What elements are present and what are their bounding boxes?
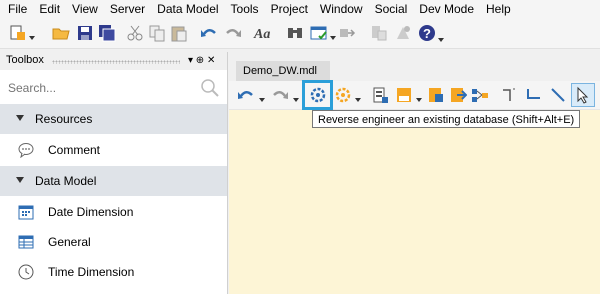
section-data-model[interactable]: Data Model: [0, 166, 227, 196]
find-icon[interactable]: [284, 22, 306, 44]
help-icon[interactable]: ?: [416, 22, 438, 44]
undo-icon[interactable]: [198, 22, 220, 44]
menu-edit[interactable]: Edit: [33, 0, 66, 18]
add-table-icon[interactable]: [425, 84, 447, 106]
layout-icon[interactable]: [368, 22, 390, 44]
chevron-down-icon[interactable]: [29, 30, 35, 40]
menu-project[interactable]: Project: [265, 0, 314, 18]
chevron-down-icon[interactable]: [293, 92, 299, 102]
main-toolbar: Aa ?: [0, 18, 600, 49]
redo-icon[interactable]: [222, 22, 244, 44]
redo-icon[interactable]: [269, 84, 291, 106]
menu-social[interactable]: Social: [369, 0, 414, 18]
calendar-icon: [18, 205, 34, 220]
tool-date-dimension[interactable]: Date Dimension: [0, 197, 227, 227]
svg-text:?: ?: [423, 26, 431, 41]
undo-icon[interactable]: [235, 84, 257, 106]
line-icon[interactable]: [523, 84, 545, 106]
open-folder-icon[interactable]: [50, 22, 72, 44]
toolbox-panel: Toolbox ▾ ⊕ ✕ Resources Comment Data Mod…: [0, 52, 228, 294]
tab-demo-dw[interactable]: Demo_DW.mdl: [236, 61, 330, 81]
comment-icon: [18, 143, 34, 158]
menu-bar: File Edit View Server Data Model Tools P…: [0, 0, 600, 18]
svg-text:Aa: Aa: [253, 27, 270, 42]
relationship-icon[interactable]: [469, 84, 491, 106]
menu-file[interactable]: File: [0, 0, 33, 18]
cut-icon[interactable]: [124, 22, 146, 44]
document-toolbar: [229, 81, 600, 110]
save-icon[interactable]: [74, 22, 96, 44]
clock-icon: [18, 264, 34, 280]
tool-label: Date Dimension: [48, 205, 134, 219]
toolbox-search: [0, 72, 227, 104]
table-icon: [18, 235, 34, 249]
collapse-triangle-icon[interactable]: [16, 177, 24, 183]
reverse-engineer-highlight: [302, 80, 333, 110]
tool-label: General: [48, 235, 91, 249]
export-icon[interactable]: [447, 84, 469, 106]
menu-tools[interactable]: Tools: [225, 0, 265, 18]
toolbox-header: Toolbox ▾ ⊕ ✕: [0, 52, 227, 70]
section-label: Data Model: [35, 174, 97, 188]
save-all-icon[interactable]: [96, 22, 118, 44]
drag-grip[interactable]: [52, 60, 180, 64]
tool-time-dimension[interactable]: Time Dimension: [0, 257, 227, 287]
menu-dev-mode[interactable]: Dev Mode: [413, 0, 480, 18]
search-input[interactable]: [8, 80, 188, 96]
tool-label: Comment: [48, 143, 101, 157]
search-icon[interactable]: [200, 78, 220, 98]
tool-general[interactable]: General: [0, 227, 227, 257]
panel-controls[interactable]: ▾ ⊕ ✕: [188, 55, 215, 66]
pointer-icon[interactable]: [571, 83, 595, 107]
menu-data-model[interactable]: Data Model: [151, 0, 224, 18]
new-icon[interactable]: [6, 22, 28, 44]
paste-icon[interactable]: [168, 22, 190, 44]
chevron-down-icon[interactable]: [438, 32, 444, 42]
chevron-down-icon[interactable]: [355, 92, 361, 102]
menu-view[interactable]: View: [66, 0, 104, 18]
menu-window[interactable]: Window: [314, 0, 369, 18]
deploy-icon[interactable]: [336, 22, 358, 44]
database-icon[interactable]: [393, 84, 415, 106]
menu-help[interactable]: Help: [480, 0, 517, 18]
plugin-icon[interactable]: [392, 22, 414, 44]
toolbox-title: Toolbox: [6, 54, 44, 66]
generate-icon[interactable]: [332, 84, 354, 106]
diagonal-line-icon[interactable]: [547, 84, 569, 106]
design-canvas[interactable]: [229, 110, 600, 294]
tool-label: Time Dimension: [48, 265, 135, 279]
chevron-down-icon[interactable]: [416, 92, 422, 102]
connector-icon[interactable]: [499, 84, 521, 106]
tooltip: Reverse engineer an existing database (S…: [312, 110, 581, 128]
tool-comment[interactable]: Comment: [0, 135, 227, 165]
section-resources[interactable]: Resources: [0, 104, 227, 134]
section-label: Resources: [35, 112, 93, 126]
collapse-triangle-icon[interactable]: [16, 115, 24, 121]
copy-icon[interactable]: [146, 22, 168, 44]
server-icon[interactable]: [369, 84, 391, 106]
menu-server[interactable]: Server: [104, 0, 151, 18]
font-icon[interactable]: Aa: [252, 22, 274, 44]
window-check-icon[interactable]: [308, 22, 330, 44]
chevron-down-icon[interactable]: [259, 92, 265, 102]
tab-label: Demo_DW.mdl: [243, 65, 317, 77]
